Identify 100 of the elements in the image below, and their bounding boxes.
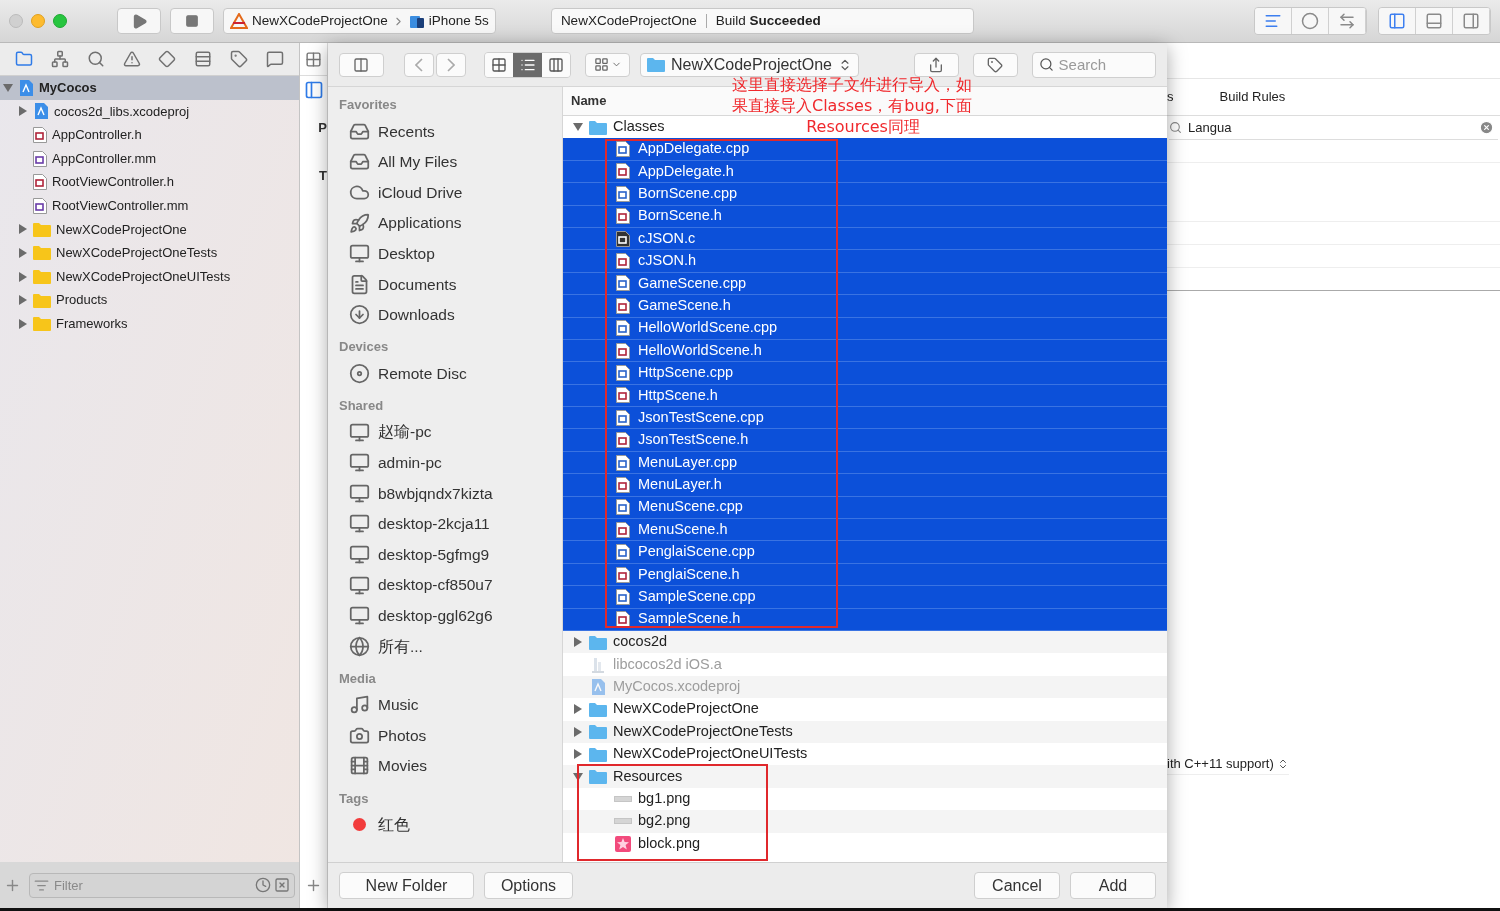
editor-mode-button[interactable]	[1255, 8, 1292, 34]
settings-filter-field[interactable]: Langua	[1169, 116, 1498, 140]
file-row[interactable]: cocos2d	[563, 631, 1167, 654]
disclosure-triangle-icon[interactable]	[18, 224, 28, 235]
sidebar-item[interactable]: Documents	[339, 268, 551, 300]
navigator-row[interactable]: Products	[0, 288, 299, 312]
sidebar-item[interactable]: Music	[339, 689, 551, 721]
setting-value-popup[interactable]: ith C++11 support)	[1167, 753, 1289, 775]
sidebar-item[interactable]: desktop-2kcja11	[339, 508, 551, 540]
panel-toggle-button[interactable]	[1453, 8, 1490, 34]
tab-fragment[interactable]: s	[1167, 87, 1174, 107]
editor-mode-button[interactable]	[1292, 8, 1329, 34]
file-row[interactable]: JsonTestScene.cpp	[563, 407, 1167, 430]
arrange-button[interactable]	[585, 52, 631, 77]
sidebar-item[interactable]: desktop-5gfmg9	[339, 539, 551, 570]
navigator-row[interactable]: NewXCodeProjectOne	[0, 217, 299, 242]
search-field[interactable]: Search	[1031, 51, 1156, 78]
zoom-window-button[interactable]	[53, 14, 67, 28]
file-row[interactable]: bg2.png	[563, 810, 1167, 833]
sidebar-item[interactable]: b8wbjqndx7kizta	[339, 477, 551, 509]
file-row[interactable]: MenuScene.h	[563, 519, 1167, 542]
sidebar-item[interactable]: Photos	[339, 720, 551, 751]
stop-button[interactable]	[170, 8, 214, 34]
disclosure-triangle-icon[interactable]	[18, 318, 28, 329]
file-row[interactable]: JsonTestScene.h	[563, 429, 1167, 452]
sidebar-item[interactable]: 赵瑜-pc	[339, 416, 551, 448]
scheme-selector[interactable]: NewXCodeProjectOne iPhone 5s	[223, 8, 496, 34]
filter-scope-icon[interactable]	[274, 876, 290, 893]
dialog-button[interactable]: Options	[484, 872, 573, 899]
file-row[interactable]: cJSON.h	[563, 250, 1167, 273]
navigator-row[interactable]: RootViewController.mm	[0, 193, 299, 218]
navigator-row[interactable]: AppController.h	[0, 123, 299, 147]
disclosure-triangle-icon[interactable]	[18, 271, 28, 282]
dialog-button[interactable]: New Folder	[339, 872, 474, 899]
clear-icon[interactable]	[1479, 120, 1494, 135]
view-mode-button[interactable]	[541, 52, 571, 77]
share-button[interactable]	[914, 52, 959, 77]
file-row[interactable]: GameScene.h	[563, 295, 1167, 318]
view-mode-button[interactable]	[484, 52, 514, 77]
file-row[interactable]: MenuScene.cpp	[563, 496, 1167, 520]
file-row[interactable]: HttpScene.h	[563, 384, 1167, 408]
file-row[interactable]: AppDelegate.cpp	[563, 138, 1167, 161]
dialog-button[interactable]: Cancel	[974, 872, 1060, 899]
disclosure-triangle-icon[interactable]	[3, 82, 13, 93]
sidebar-item[interactable]: iCloud Drive	[339, 177, 551, 208]
sidebar-item[interactable]: desktop-ggl62g6	[339, 600, 551, 631]
file-row[interactable]: GameScene.cpp	[563, 272, 1167, 296]
navigator-row[interactable]: RootViewController.h	[0, 170, 299, 194]
disclosure-triangle-icon[interactable]	[573, 771, 583, 782]
location-popup[interactable]: NewXCodeProjectOne	[640, 52, 859, 77]
grid-icon[interactable]	[305, 50, 322, 68]
disclosure-triangle-icon[interactable]	[573, 122, 583, 133]
build-rules-tab[interactable]: Build Rules	[1219, 87, 1286, 107]
sidebar-item[interactable]: Applications	[339, 207, 551, 239]
file-row[interactable]: MenuLayer.cpp	[563, 451, 1167, 475]
file-row[interactable]: AppDelegate.h	[563, 160, 1167, 184]
disclosure-triangle-icon[interactable]	[573, 704, 583, 715]
sidebar-item[interactable]: Downloads	[339, 299, 551, 331]
disclosure-triangle-icon[interactable]	[18, 295, 28, 306]
panel-toggle-button[interactable]	[1416, 8, 1453, 34]
sidebar-item[interactable]: Remote Disc	[339, 358, 551, 389]
file-row[interactable]: SampleScene.cpp	[563, 586, 1167, 609]
panel-toggle-button[interactable]	[1379, 8, 1416, 34]
sidebar-toggle-button[interactable]	[339, 52, 384, 77]
dialog-button[interactable]: Add	[1070, 872, 1156, 899]
clock-icon[interactable]	[255, 876, 271, 893]
sidebar-item[interactable]: Movies	[339, 750, 551, 782]
navigator-row[interactable]: NewXCodeProjectOneUITests	[0, 264, 299, 289]
file-row[interactable]: MenuLayer.h	[563, 474, 1167, 497]
editor-mode-button[interactable]	[1329, 8, 1366, 34]
file-row[interactable]: HttpScene.cpp	[563, 362, 1167, 385]
navigator-row[interactable]: AppController.mm	[0, 146, 299, 171]
tag-button[interactable]	[972, 52, 1018, 77]
file-row[interactable]: NewXCodeProjectOneTests	[563, 720, 1167, 743]
disclosure-triangle-icon[interactable]	[573, 749, 583, 760]
file-row[interactable]: Resources	[563, 765, 1167, 788]
view-mode-button[interactable]	[513, 52, 542, 77]
sidebar-item[interactable]: admin-pc	[339, 447, 551, 478]
file-row[interactable]: PenglaiScene.h	[563, 563, 1167, 587]
file-row[interactable]: cJSON.c	[563, 227, 1167, 251]
file-row[interactable]: HelloWorldScene.cpp	[563, 317, 1167, 340]
sidebar-item[interactable]: Desktop	[339, 238, 551, 269]
left-panel-icon[interactable]	[303, 80, 324, 100]
disclosure-triangle-icon[interactable]	[18, 247, 28, 258]
sidebar-item[interactable]: 所有...	[339, 630, 551, 662]
disclosure-triangle-icon[interactable]	[573, 637, 583, 648]
navigator-row[interactable]: MyCocos	[0, 76, 299, 100]
file-row[interactable]: PenglaiScene.cpp	[563, 541, 1167, 564]
sidebar-item[interactable]: 红色	[339, 809, 551, 840]
navigator-row[interactable]: cocos2d_libs.xcodeproj	[0, 99, 299, 124]
navigator-row[interactable]: NewXCodeProjectOneTests	[0, 241, 299, 265]
filter-field[interactable]: Filter	[29, 872, 295, 898]
run-button[interactable]	[117, 8, 161, 34]
sidebar-item[interactable]: Recents	[339, 116, 551, 147]
sidebar-item[interactable]: All My Files	[339, 146, 551, 178]
sidebar-item[interactable]: desktop-cf850u7	[339, 569, 551, 601]
disclosure-triangle-icon[interactable]	[573, 726, 583, 737]
disclosure-triangle-icon[interactable]	[18, 106, 28, 117]
name-column-header[interactable]: Name	[571, 91, 607, 111]
file-row[interactable]: BornScene.cpp	[563, 183, 1167, 206]
